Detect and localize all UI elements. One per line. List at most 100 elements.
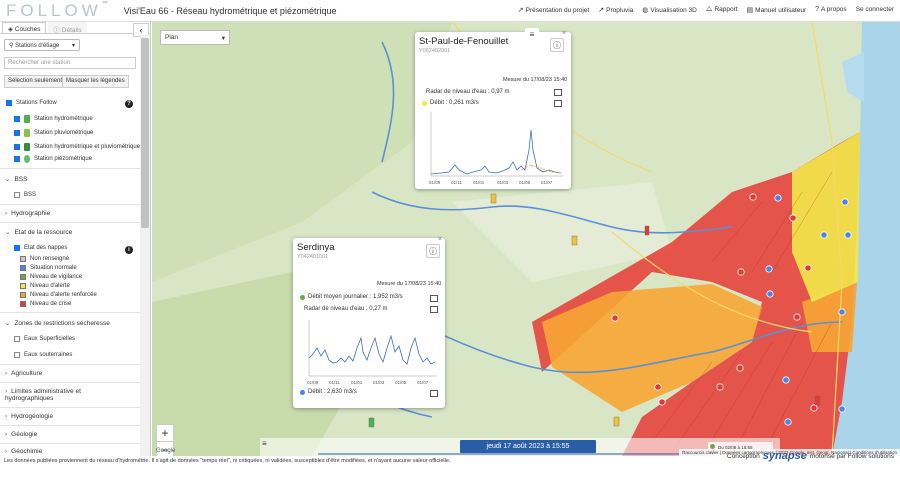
external-link-icon: ↗ — [517, 7, 524, 14]
status-dot — [300, 294, 305, 300]
nav-propluvia[interactable]: ↗ Propluvia — [598, 6, 633, 14]
zoom-in-button[interactable]: + — [157, 425, 173, 442]
checkbox[interactable] — [14, 156, 20, 162]
close-icon[interactable]: × — [438, 236, 442, 243]
menu-icon[interactable]: ≡ — [525, 28, 539, 42]
popup-water-level: Radar de niveau d'eau : 0,97 m — [426, 89, 510, 95]
checkbox[interactable] — [14, 336, 20, 342]
chart-icon[interactable] — [430, 306, 438, 313]
legend-crise: Niveau de crise — [20, 301, 71, 307]
app-header: FOLLOW™ Visi'Eau 66 - Réseau hydrométriq… — [0, 0, 900, 22]
section-zones-restrictions[interactable]: ⌄ Zones de restrictions sécheresse — [5, 319, 110, 327]
nav-a-propos[interactable]: ? A propos — [815, 6, 847, 14]
station-popup-serdinya[interactable]: Serdinya Y042401001 ⓘ × Mesure du 17/08/… — [293, 236, 445, 408]
question-icon: ? — [815, 6, 820, 13]
bss-toggle[interactable]: BSS — [14, 192, 36, 198]
top-nav: ↗ Présentation du projet ↗ Propluvia ◍ Visu… — [518, 6, 894, 14]
x-tick: 01/01 — [473, 180, 485, 185]
menu-icon: ≡ — [262, 439, 267, 448]
caret-down-icon: ▾ — [71, 43, 75, 49]
hydro-pluvio-station-icon — [24, 143, 30, 151]
close-icon[interactable]: × — [562, 30, 566, 37]
legend-normale: Situation normale — [20, 265, 77, 271]
legend-swatch — [20, 283, 26, 289]
section-geologie[interactable]: › Géologie — [5, 431, 37, 438]
status-dot — [422, 100, 427, 106]
book-icon: ▤ — [746, 7, 754, 14]
etat-nappes-toggle[interactable]: Etat des nappes — [14, 245, 67, 251]
eaux-souterraines-toggle[interactable]: Eaux souterraines — [14, 352, 72, 358]
popup-daily-flow: Débit moyen journalier : 1,952 m3/s — [300, 294, 403, 300]
checkbox[interactable] — [6, 100, 12, 106]
search-input[interactable]: Rechercher une station — [4, 57, 136, 69]
map-type-select[interactable]: Plan ▾ — [160, 30, 230, 45]
tab-couches[interactable]: ◈ Couches — [2, 22, 47, 33]
chart-icon[interactable] — [430, 390, 438, 397]
checkbox[interactable] — [14, 116, 20, 122]
scroll-thumb[interactable] — [141, 38, 149, 228]
section-geochimie[interactable]: › Géochimie — [5, 448, 42, 455]
chevron-right-icon: › — [5, 388, 8, 395]
checkbox[interactable] — [14, 352, 20, 358]
selection-only-button[interactable]: Sélection seulement — [4, 75, 67, 88]
chevron-right-icon: › — [5, 413, 8, 420]
station-type-dropdown[interactable]: ⚲ Stations d'étiage ▾ — [4, 39, 80, 51]
legend-swatch — [20, 301, 26, 307]
x-tick: 01/11 — [451, 180, 462, 185]
checkbox[interactable] — [14, 144, 20, 150]
sidebar: ◈ Couches ⓘ Détails ‹ ⚲ Stations d'étiag… — [0, 22, 151, 456]
nav-presentation[interactable]: ↗ Présentation du projet — [518, 6, 589, 14]
x-tick: 01/11 — [329, 380, 340, 385]
section-hydrographie[interactable]: › Hydrographie — [5, 210, 50, 217]
popup-flow: Débit : 2,630 m3/s — [300, 389, 357, 395]
follow-logo[interactable]: FOLLOW™ — [6, 1, 112, 21]
popup-measure-date: Mesure du 17/08/23 15:40 — [377, 281, 442, 287]
help-icon[interactable]: ? — [125, 100, 133, 108]
chevron-right-icon: › — [5, 370, 8, 377]
tab-details[interactable]: ⓘ Détails — [48, 22, 87, 34]
nav-se-connecter[interactable]: Se connecter — [856, 6, 894, 14]
checkbox[interactable] — [14, 245, 20, 251]
sidebar-scrollbar[interactable] — [140, 35, 150, 456]
nav-rapport[interactable]: ⧍ Rapport — [706, 6, 738, 14]
x-tick: 01/09 — [429, 180, 441, 185]
section-limites[interactable]: › Limites administrative et hydrographiqu… — [5, 388, 125, 402]
chart-icon[interactable] — [430, 295, 438, 302]
hydro-station-icon — [24, 115, 30, 123]
popup-measure-date: Mesure du 17/08/23 15:40 — [503, 77, 568, 83]
section-bss[interactable]: ⌄ BSS — [5, 175, 27, 183]
station-type-piezo[interactable]: Station piézométrique — [14, 155, 92, 163]
checkbox[interactable] — [14, 130, 20, 136]
station-type-pluvio[interactable]: Station pluviométrique — [14, 129, 93, 137]
pluvio-station-icon — [24, 129, 30, 137]
station-type-hydro-pluvio[interactable]: Station hydrométrique et pluviométrique — [14, 143, 140, 151]
x-tick: 01/09 — [307, 380, 319, 385]
section-agriculture[interactable]: › Agriculture — [5, 370, 42, 377]
credits: Conception synapse motorisé par Follow s… — [726, 450, 894, 462]
section-hydrogeologie[interactable]: › Hydrogéologie — [5, 413, 53, 420]
synapse-logo[interactable]: synapse — [763, 450, 807, 462]
chart-icon[interactable] — [554, 89, 562, 96]
hide-legends-button[interactable]: Masquer les légendes — [62, 75, 129, 88]
popup-title: Serdinya — [297, 242, 335, 253]
chevron-down-icon: ⌄ — [5, 229, 11, 236]
chevron-right-icon: › — [5, 210, 8, 217]
nav-visualisation-3d[interactable]: ◍ Visualisation 3D — [642, 6, 697, 14]
station-type-hydro[interactable]: Station hydrométrique — [14, 115, 93, 123]
chevron-left-icon: ‹ — [139, 25, 143, 35]
status-dot — [300, 389, 305, 395]
eaux-superficielles-toggle[interactable]: Eaux Superficielles — [14, 336, 75, 342]
nav-manuel[interactable]: ▤ Manuel utilisateur — [747, 6, 807, 14]
current-time-label[interactable]: jeudi 17 août 2023 à 15:55 — [460, 440, 596, 453]
google-logo: Google — [156, 448, 176, 454]
info-icon[interactable]: ⓘ — [426, 244, 440, 258]
stations-follow-toggle[interactable]: Stations Follow — [6, 100, 57, 106]
section-etat-ressource[interactable]: ⌄ Etat de la ressource — [5, 228, 72, 236]
disclaimer-text: Les données publiées proviennent du rése… — [4, 458, 451, 464]
checkbox[interactable] — [14, 192, 20, 198]
info-icon[interactable]: ⓘ — [550, 38, 564, 52]
station-popup-stpaul[interactable]: St-Paul-de-Fenouillet Y062402001 ≡ ⓘ × M… — [415, 28, 571, 189]
chart-icon[interactable] — [554, 100, 562, 107]
map-canvas[interactable]: Plan ▾ St-Paul-de-Fenouillet Y062402001 ≡… — [152, 22, 900, 456]
info-icon[interactable]: i — [125, 246, 133, 254]
